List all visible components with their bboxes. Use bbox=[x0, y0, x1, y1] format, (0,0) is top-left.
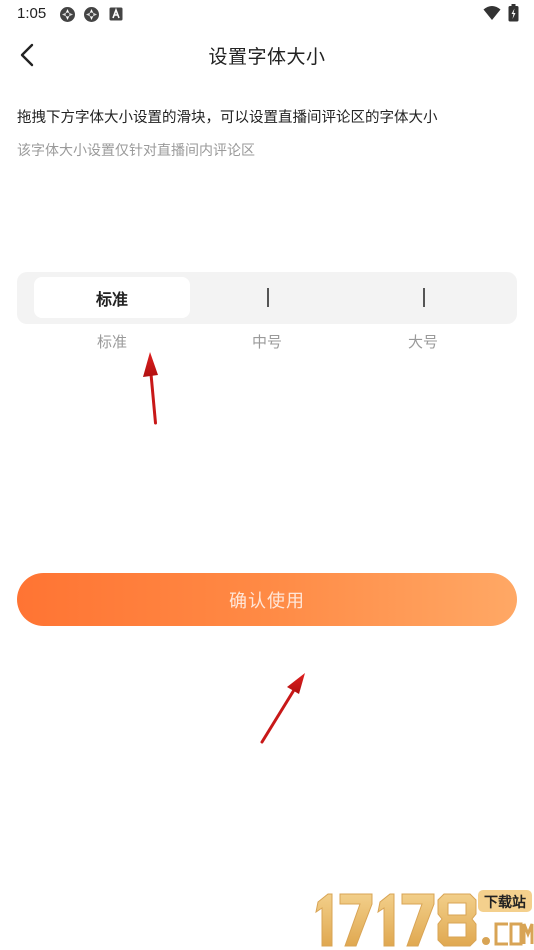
annotation-arrow-up bbox=[143, 352, 158, 425]
svg-text:下载站: 下载站 bbox=[484, 894, 526, 911]
size-option-medium[interactable]: 中号 bbox=[207, 331, 327, 352]
description-primary: 拖拽下方字体大小设置的滑块，可以设置直播间评论区的字体大小 bbox=[17, 110, 438, 126]
slider-tick-large bbox=[423, 288, 425, 307]
watermark-logo: 下载站 bbox=[315, 890, 534, 947]
slider-tick-medium bbox=[267, 288, 269, 307]
size-option-standard[interactable]: 标准 bbox=[52, 331, 172, 352]
nav-bar: 设置字体大小 bbox=[0, 30, 534, 80]
keyboard-a-icon bbox=[109, 7, 123, 21]
annotation-arrow-diagonal bbox=[260, 673, 305, 744]
battery-icon bbox=[508, 4, 519, 22]
wifi-icon bbox=[483, 6, 501, 20]
status-bar: 1:05 bbox=[0, 0, 534, 30]
aperture-icon bbox=[84, 7, 99, 22]
status-time: 1:05 bbox=[17, 5, 47, 22]
description-secondary: 该字体大小设置仅针对直播间内评论区 bbox=[17, 143, 255, 159]
page-title: 设置字体大小 bbox=[208, 46, 326, 68]
font-size-slider[interactable]: 标准 bbox=[17, 272, 517, 324]
size-option-large[interactable]: 大号 bbox=[363, 331, 483, 352]
confirm-button[interactable]: 确认使用 bbox=[17, 573, 517, 626]
aperture-icon bbox=[60, 7, 75, 22]
slider-thumb[interactable]: 标准 bbox=[34, 277, 190, 318]
